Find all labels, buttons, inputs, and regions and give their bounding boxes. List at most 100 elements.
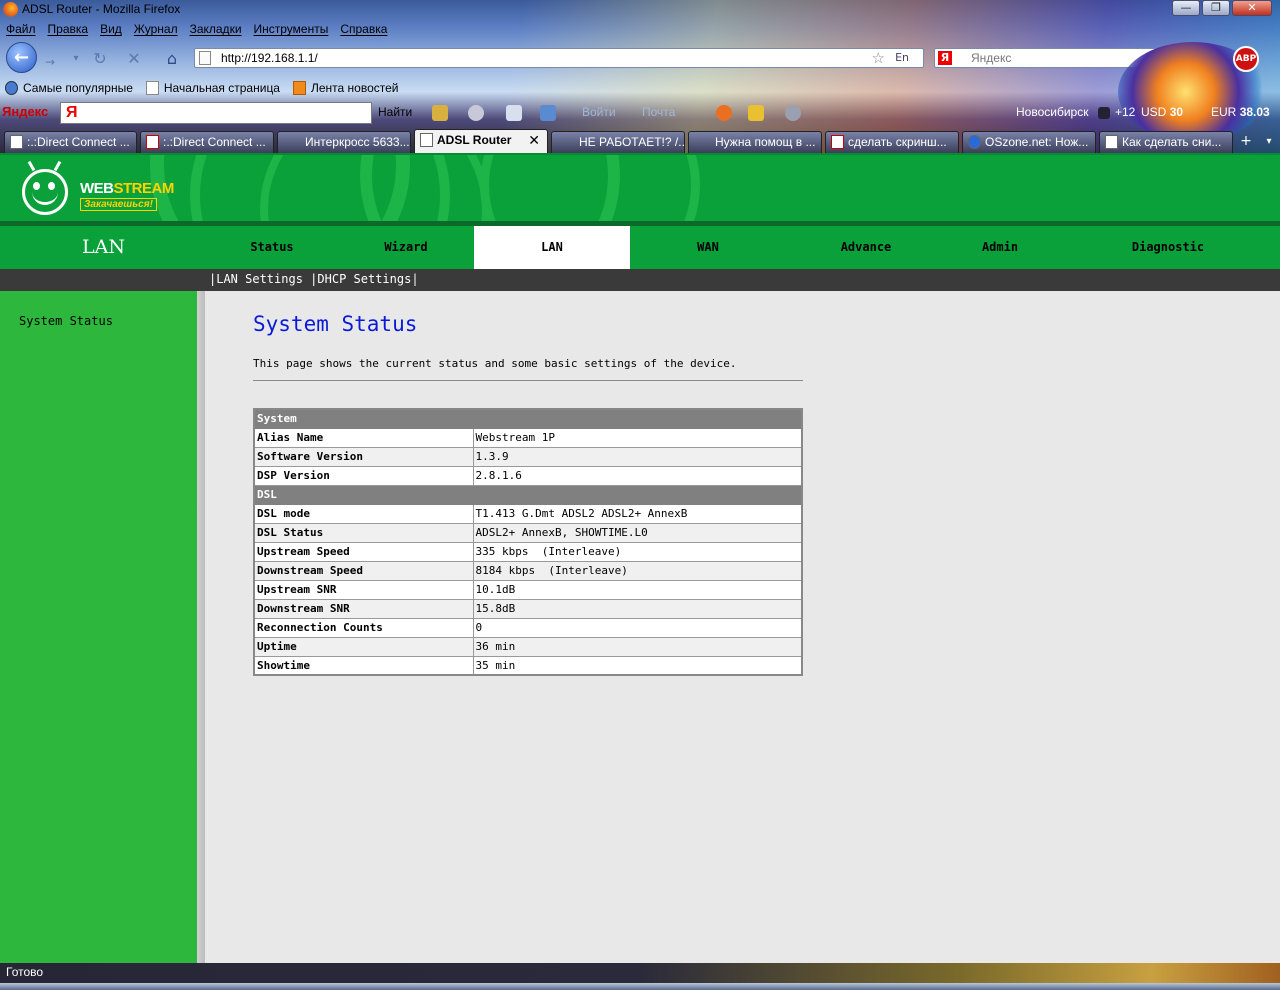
row-value: ADSL2+ AnnexB, SHOWTIME.L0 [472, 522, 803, 543]
star-icon[interactable] [748, 105, 764, 121]
page-icon [145, 81, 159, 95]
table-row: Reconnection Counts 0 [253, 617, 803, 638]
row-key: Showtime [253, 655, 474, 676]
history-dropdown-icon[interactable]: ▾ [66, 49, 86, 69]
nav-wizard[interactable]: Wizard [346, 226, 466, 269]
gear-icon[interactable] [785, 105, 801, 121]
menu-file[interactable]: Файл [0, 21, 42, 39]
pencil-icon[interactable] [432, 105, 448, 121]
tab-oszone[interactable]: OSzone.net: Нож... [962, 131, 1096, 153]
close-window-button[interactable]: ✕ [1232, 0, 1272, 16]
tab-nuzhna-pomosch[interactable]: Нужна помощ в ... [688, 131, 822, 153]
tab-interkross[interactable]: Интеркросс 5633... [277, 131, 411, 153]
new-tab-icon[interactable]: + [1236, 133, 1256, 151]
maximize-button[interactable]: ❐ [1202, 0, 1230, 16]
minimize-button[interactable]: — [1172, 0, 1200, 16]
tab-kak-sdelat[interactable]: Как сделать сни... [1099, 131, 1233, 153]
nav-status[interactable]: Status [212, 226, 332, 269]
router-page: WEBSTREAM Закачаешься! LAN Status Wizard… [0, 153, 1280, 963]
lan-settings-link[interactable]: LAN Settings [216, 272, 303, 286]
row-key: Uptime [253, 636, 474, 657]
tab-direct-connect-1[interactable]: :.:Direct Connect ... [4, 131, 137, 153]
row-value: Webstream 1P [472, 427, 803, 448]
tab-label: Как сделать сни... [1122, 135, 1222, 149]
table-section-header: System [253, 408, 803, 429]
nav-admin[interactable]: Admin [940, 226, 1060, 269]
row-key: Software Version [253, 446, 474, 467]
language-indicator[interactable]: En [895, 51, 909, 64]
row-key: DSL Status [253, 522, 474, 543]
menu-history[interactable]: Журнал [128, 21, 184, 39]
tab-label: OSzone.net: Нож... [985, 135, 1089, 149]
tab-adsl-router[interactable]: ADSL Router ✕ [414, 129, 548, 153]
back-arrow-icon[interactable]: ← [6, 42, 37, 73]
forward-arrow-icon[interactable]: → [40, 52, 60, 72]
menu-edit[interactable]: Правка [42, 21, 95, 39]
sidebar: System Status [0, 291, 197, 963]
menu-view[interactable]: Вид [94, 21, 128, 39]
yandex-login-button[interactable]: Войти [582, 105, 616, 119]
yandex-search-input[interactable]: Я [60, 102, 372, 124]
row-value: 15.8dB [472, 598, 803, 619]
url-text[interactable]: http://192.168.1.1/ [221, 51, 318, 65]
nav-wan[interactable]: WAN [648, 226, 768, 269]
yandex-icon[interactable]: Я [938, 51, 952, 65]
tab-direct-connect-2[interactable]: :.:Direct Connect ... [140, 131, 274, 153]
menu-tools[interactable]: Инструменты [248, 21, 335, 39]
main-content: System Status This page shows the curren… [205, 291, 1280, 963]
nav-diagnostic[interactable]: Diagnostic [1100, 226, 1236, 269]
smiley-logo-icon [22, 169, 68, 215]
table-row: Uptime 36 min [253, 636, 803, 657]
nav-lan[interactable]: LAN [474, 226, 630, 269]
menu-help[interactable]: Справка [334, 21, 393, 39]
row-value: 1.3.9 [472, 446, 803, 467]
bookmark-home-page[interactable]: Начальная страница [141, 79, 280, 97]
dhcp-settings-link[interactable]: DHCP Settings [317, 272, 411, 286]
fotki-icon[interactable] [716, 105, 732, 121]
bookmarks-toolbar: Самые популярные Начальная страница Лент… [0, 79, 398, 97]
search-input[interactable]: Яндекс [971, 51, 1011, 65]
table-section-header: DSL [253, 484, 803, 505]
tab-list-dropdown-icon[interactable]: ▾ [1260, 133, 1278, 151]
tab-sdelat-skrinshot[interactable]: сделать скринш... [825, 131, 959, 153]
nav-advance[interactable]: Advance [806, 226, 926, 269]
close-tab-icon[interactable]: ✕ [528, 130, 540, 150]
section-label: DSL [253, 484, 803, 505]
row-value: T1.413 G.Dmt ADSL2 ADSL2+ AnnexB [472, 503, 803, 524]
home-icon[interactable]: ⌂ [162, 49, 182, 69]
weather-city[interactable]: Новосибирск [1016, 105, 1088, 119]
yandex-icon [831, 135, 844, 149]
firefox-icon [3, 2, 18, 17]
tab-label: НЕ РАБОТАЕТ!? /... [579, 135, 685, 149]
brand-name-part: STREAM [113, 180, 175, 197]
tab-ne-rabotaet[interactable]: НЕ РАБОТАЕТ!? /... [551, 131, 685, 153]
yandex-find-button[interactable]: Найти [378, 105, 412, 119]
table-row: Downstream Speed 8184 kbps (Interleave) [253, 560, 803, 581]
sidebar-item-system-status[interactable]: System Status [19, 314, 113, 328]
adblock-icon[interactable]: ABP [1233, 46, 1259, 72]
translate-icon[interactable] [540, 105, 556, 121]
bookmark-star-icon[interactable]: ☆ [872, 49, 885, 67]
row-key: Downstream Speed [253, 560, 474, 581]
checkmark-icon[interactable] [506, 105, 522, 121]
chat-bubble-icon[interactable] [468, 105, 484, 121]
page-description: This page shows the current status and s… [253, 357, 737, 370]
bookmark-news-feed[interactable]: Лента новостей [288, 79, 398, 97]
address-bar[interactable]: http://192.168.1.1/ ☆ En [194, 48, 924, 68]
current-section-title: LAN [82, 236, 125, 258]
row-value: 0 [472, 617, 803, 638]
divider [253, 380, 803, 381]
menu-bookmarks[interactable]: Закладки [184, 21, 248, 39]
title-bar: ADSL Router - Mozilla Firefox — ❐ ✕ [0, 0, 1280, 20]
page-icon [199, 51, 211, 65]
currency-eur[interactable]: EUR 38.03 [1211, 105, 1270, 119]
usd-label: USD [1141, 105, 1167, 119]
bookmark-most-visited[interactable]: Самые популярные [0, 79, 133, 97]
currency-usd[interactable]: USD 30 [1141, 105, 1183, 119]
status-text: Готово [6, 965, 44, 979]
brand-name-part: WEB [80, 180, 114, 197]
yandex-mail-button[interactable]: Почта [642, 105, 675, 119]
stop-icon[interactable]: ✕ [124, 49, 144, 69]
row-key: Reconnection Counts [253, 617, 474, 638]
reload-icon[interactable]: ↻ [90, 49, 110, 69]
